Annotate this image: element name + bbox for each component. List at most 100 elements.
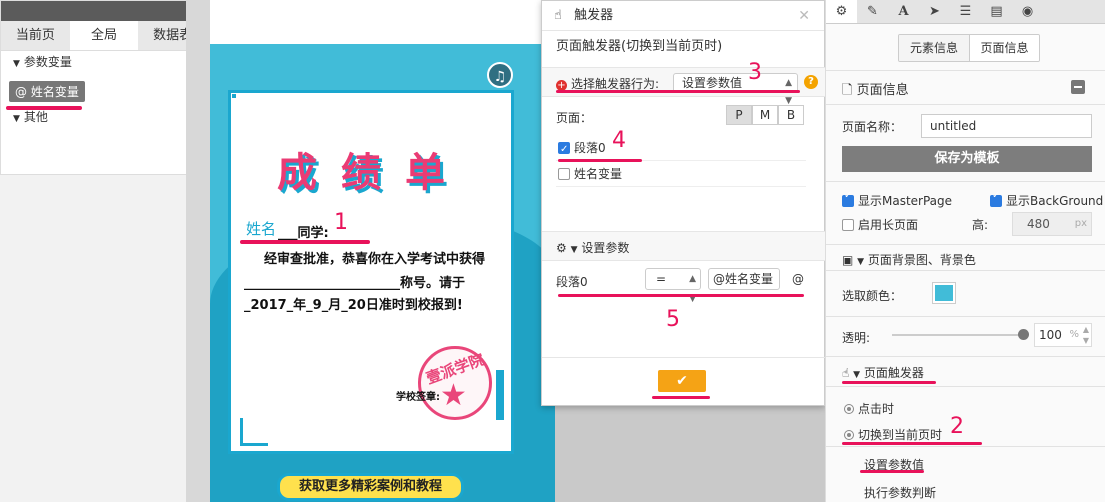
opacity-value: 100: [1039, 328, 1062, 342]
set-params-label: 设置参数: [581, 241, 630, 255]
tab-global[interactable]: 全局: [69, 21, 139, 50]
tab-current-page[interactable]: 当前页: [1, 21, 70, 50]
device-b-button[interactable]: B: [778, 105, 804, 125]
dialog-footer: ✔: [542, 357, 826, 407]
certificate-line1[interactable]: 经审查批准，恭喜你在入学考试中获得: [264, 248, 485, 267]
segment-page-info[interactable]: 页面信息: [969, 35, 1039, 61]
gear-icon[interactable]: ⚙: [826, 0, 857, 23]
param-value-input[interactable]: @姓名变量: [708, 268, 780, 290]
opacity-slider-thumb[interactable]: [1018, 329, 1029, 340]
show-master-check[interactable]: 显示MasterPage: [842, 190, 952, 209]
certificate-title[interactable]: 成绩单: [268, 140, 478, 198]
pencil-icon[interactable]: ✎: [857, 0, 888, 23]
divider: [826, 244, 1105, 245]
hand-pointer-icon: ☝: [554, 8, 562, 23]
document-icon[interactable]: ▤: [981, 0, 1012, 23]
segment-element-info[interactable]: 元素信息: [899, 35, 969, 61]
divider: [826, 181, 1105, 182]
bg-section-header[interactable]: ▣ ▼ 页面背景图、背景色: [842, 251, 976, 268]
database-icon[interactable]: ◉: [1012, 0, 1043, 23]
divider: [826, 356, 1105, 357]
at-variable-button[interactable]: @: [792, 272, 804, 286]
caret-down-icon: ▼: [857, 257, 865, 267]
gear-icon: ⚙: [556, 241, 567, 255]
caret-down-icon: ▼: [853, 370, 861, 380]
divider: [826, 70, 1105, 71]
show-background-check[interactable]: 显示BackGround: [990, 190, 1103, 209]
trigger-dialog-title: 触发器: [574, 8, 614, 23]
help-icon[interactable]: ?: [804, 75, 818, 89]
operator-value: =: [656, 272, 667, 286]
cta-button[interactable]: 获取更多精彩案例和教程: [277, 473, 464, 501]
annotation-underline: [556, 90, 800, 93]
device-m-button[interactable]: M: [752, 105, 778, 125]
height-input[interactable]: 480 px: [1012, 212, 1092, 236]
trigger-action-value: 设置参数值: [682, 76, 743, 90]
variable-chip[interactable]: @ 姓名变量: [9, 81, 85, 102]
device-p-button[interactable]: P: [726, 105, 752, 125]
certificate-line2[interactable]: ________________________称号。请于: [244, 272, 465, 291]
page-item-name-variable[interactable]: 姓名变量: [556, 161, 806, 187]
annotation-number: 3: [748, 60, 762, 85]
section-params-label: 参数变量: [23, 55, 72, 69]
variables-panel-titlebar[interactable]: [1, 1, 207, 21]
property-panel: ⚙ ✎ A ➤ ☰ ▤ ◉ 元素信息 页面信息 🗋 页面信息 页面名称： unt…: [825, 0, 1105, 502]
radio-icon: [844, 404, 854, 414]
color-swatch[interactable]: [932, 282, 956, 304]
certificate-name[interactable]: 姓名: [246, 218, 276, 239]
set-params-header[interactable]: ⚙ ▼ 设置参数: [542, 231, 826, 261]
page-info-title-text: 页面信息: [856, 83, 909, 98]
trigger-dialog-subtitle: 页面触发器(切换到当前页时): [556, 39, 723, 54]
page-item-label: 姓名变量: [574, 167, 623, 181]
annotation-underline: [860, 470, 924, 473]
trigger-section-header[interactable]: ☝ ▼ 页面触发器: [842, 364, 924, 381]
enable-long-page-check[interactable]: 启用长页面: [842, 216, 918, 233]
list-icon[interactable]: ☰: [950, 0, 981, 23]
send-icon[interactable]: ➤: [919, 0, 950, 23]
close-icon[interactable]: ✕: [798, 1, 810, 31]
annotation-number: 4: [612, 128, 626, 153]
page-name-input[interactable]: untitled: [921, 114, 1092, 138]
document-icon: 🗋: [842, 83, 853, 98]
annotation-underline: [842, 381, 936, 384]
star-icon: ★: [440, 378, 467, 413]
divider: [826, 446, 1105, 447]
certificate-sign-label[interactable]: 学校签章:: [396, 388, 440, 403]
trigger-dialog-header[interactable]: ☝ 触发器 ✕: [542, 1, 824, 31]
checkbox-unchecked[interactable]: [842, 219, 854, 231]
checkbox-checked[interactable]: [990, 190, 1002, 207]
certificate-line3[interactable]: _2017_年_9_月_20日准时到校报到!: [244, 294, 463, 313]
checkbox-checked[interactable]: [842, 190, 854, 207]
sub-item-param-judge[interactable]: 执行参数判断: [864, 484, 936, 501]
property-tabs: ⚙ ✎ A ➤ ☰ ▤ ◉: [826, 0, 1105, 24]
page-label: 页面：: [556, 111, 593, 125]
trigger-on-page-switch[interactable]: 切换到当前页时: [844, 426, 942, 443]
opacity-input[interactable]: 100% ▲ ▼: [1034, 323, 1092, 347]
page-item-label: 段落0: [574, 141, 606, 155]
checkbox-unchecked[interactable]: [558, 168, 570, 180]
annotation-underline: [842, 442, 982, 445]
confirm-button[interactable]: ✔: [658, 370, 706, 392]
operator-select[interactable]: = ▲ ▼: [645, 268, 701, 304]
page-item-paragraph0[interactable]: 段落0: [556, 135, 806, 163]
section-params[interactable]: ▼ 参数变量: [1, 51, 207, 73]
trigger-on-click[interactable]: 点击时: [844, 400, 894, 417]
checkbox-checked[interactable]: [558, 137, 570, 163]
collapse-icon[interactable]: [1071, 80, 1085, 94]
save-template-button[interactable]: 保存为模板: [842, 146, 1092, 172]
certificate-classmate[interactable]: ___同学:: [278, 222, 329, 241]
canvas-left-strip: [186, 0, 210, 502]
caret-down-icon: ▼: [13, 114, 20, 124]
annotation-underline: [558, 294, 804, 297]
enable-long-label: 启用长页面: [858, 218, 919, 232]
annotation-underline: [6, 106, 82, 110]
select-arrows-icon: ▲ ▼: [689, 274, 696, 304]
divider: [826, 386, 1105, 387]
caret-down-icon: ▼: [570, 245, 578, 255]
opacity-slider-track[interactable]: [892, 334, 1022, 336]
spinner-icon[interactable]: ▲ ▼: [1083, 324, 1089, 346]
music-note-icon[interactable]: ♫: [487, 62, 513, 88]
page-info-title: 🗋 页面信息: [842, 79, 909, 103]
certificate-side-bracket: [496, 370, 504, 420]
text-icon[interactable]: A: [888, 0, 919, 23]
